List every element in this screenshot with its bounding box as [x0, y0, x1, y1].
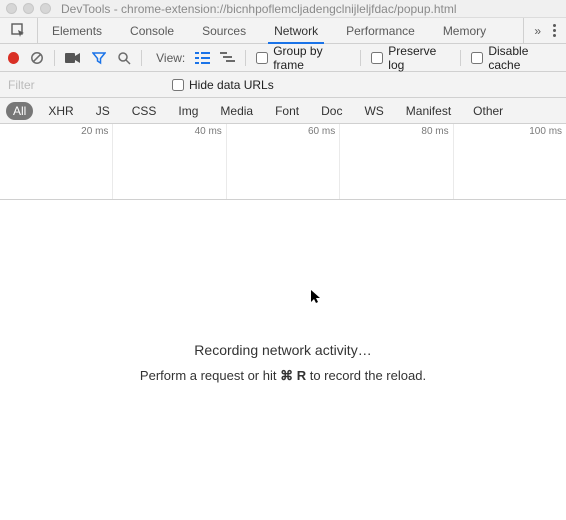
search-icon[interactable] — [116, 50, 131, 66]
timeline-tick: 60 ms — [308, 126, 335, 137]
tab-sources[interactable]: Sources — [188, 18, 260, 43]
hint-message: Perform a request or hit ⌘ R to record t… — [0, 368, 566, 384]
checkbox-label: Group by frame — [273, 44, 350, 72]
camera-icon[interactable] — [65, 50, 81, 66]
type-doc[interactable]: Doc — [314, 102, 349, 120]
tab-elements[interactable]: Elements — [38, 18, 116, 43]
toolbar-separator — [245, 50, 246, 66]
view-label: View: — [156, 51, 185, 65]
disable-cache-checkbox[interactable]: Disable cache — [471, 44, 558, 72]
checkbox-label: Disable cache — [488, 44, 558, 72]
type-all[interactable]: All — [6, 102, 33, 120]
filter-input-wrap — [8, 78, 158, 92]
type-font[interactable]: Font — [268, 102, 306, 120]
type-img[interactable]: Img — [171, 102, 205, 120]
large-rows-icon[interactable] — [195, 50, 210, 66]
tab-memory[interactable]: Memory — [429, 18, 500, 43]
record-button[interactable] — [8, 52, 19, 64]
devtools-tabstrip: Elements Console Sources Network Perform… — [0, 18, 566, 44]
traffic-min[interactable] — [23, 3, 34, 14]
toolbar-separator — [360, 50, 361, 66]
preserve-log-checkbox[interactable]: Preserve log — [371, 44, 450, 72]
timeline-tick: 100 ms — [529, 126, 562, 137]
hide-data-urls-checkbox[interactable]: Hide data URLs — [172, 78, 274, 92]
empty-state: Recording network activity… Perform a re… — [0, 342, 566, 384]
panel-tabs: Elements Console Sources Network Perform… — [38, 18, 523, 43]
tab-performance[interactable]: Performance — [332, 18, 429, 43]
toolbar-separator — [54, 50, 55, 66]
hint-prefix: Perform a request or hit — [140, 368, 280, 383]
filter-input[interactable] — [8, 78, 158, 92]
hint-key: ⌘ R — [280, 368, 306, 383]
timeline-tick: 80 ms — [421, 126, 448, 137]
tabstrip-right: » — [523, 18, 566, 43]
filter-icon[interactable] — [91, 50, 106, 66]
tab-label: Sources — [202, 24, 246, 38]
more-tabs-icon[interactable]: » — [534, 24, 541, 38]
window-titlebar: DevTools - chrome-extension://bicnhpofle… — [0, 0, 566, 18]
filter-bar: Hide data URLs — [0, 72, 566, 98]
window-traffic-lights — [6, 3, 51, 14]
inspect-element-button[interactable] — [0, 18, 38, 43]
tab-label: Elements — [52, 24, 102, 38]
tab-label: Performance — [346, 24, 415, 38]
type-manifest[interactable]: Manifest — [399, 102, 458, 120]
tab-label: Memory — [443, 24, 486, 38]
tab-console[interactable]: Console — [116, 18, 188, 43]
cursor-icon — [311, 290, 321, 307]
toolbar-separator — [141, 50, 142, 66]
group-by-frame-checkbox[interactable]: Group by frame — [256, 44, 350, 72]
resource-type-filter: All XHR JS CSS Img Media Font Doc WS Man… — [0, 98, 566, 124]
recording-message: Recording network activity… — [0, 342, 566, 358]
clear-icon[interactable] — [29, 50, 44, 66]
type-css[interactable]: CSS — [125, 102, 164, 120]
hint-suffix: to record the reload. — [306, 368, 426, 383]
tab-network[interactable]: Network — [260, 18, 332, 43]
checkbox-label: Preserve log — [388, 44, 450, 72]
tab-label: Network — [274, 24, 318, 38]
timeline-tick: 20 ms — [81, 126, 108, 137]
window-title: DevTools - chrome-extension://bicnhpofle… — [61, 2, 457, 16]
toolbar-separator — [460, 50, 461, 66]
type-other[interactable]: Other — [466, 102, 510, 120]
waterfall-icon[interactable] — [220, 50, 235, 66]
checkbox-label: Hide data URLs — [189, 78, 274, 92]
type-ws[interactable]: WS — [357, 102, 390, 120]
traffic-close[interactable] — [6, 3, 17, 14]
timeline-tick: 40 ms — [195, 126, 222, 137]
settings-menu-icon[interactable] — [553, 24, 556, 37]
traffic-max[interactable] — [40, 3, 51, 14]
network-toolbar: View: Group by frame Preserve log Disabl… — [0, 44, 566, 72]
tab-label: Console — [130, 24, 174, 38]
type-media[interactable]: Media — [213, 102, 260, 120]
type-xhr[interactable]: XHR — [41, 102, 80, 120]
type-js[interactable]: JS — [89, 102, 117, 120]
network-log-area: Recording network activity… Perform a re… — [0, 200, 566, 520]
timeline-overview[interactable]: 20 ms 40 ms 60 ms 80 ms 100 ms — [0, 124, 566, 200]
